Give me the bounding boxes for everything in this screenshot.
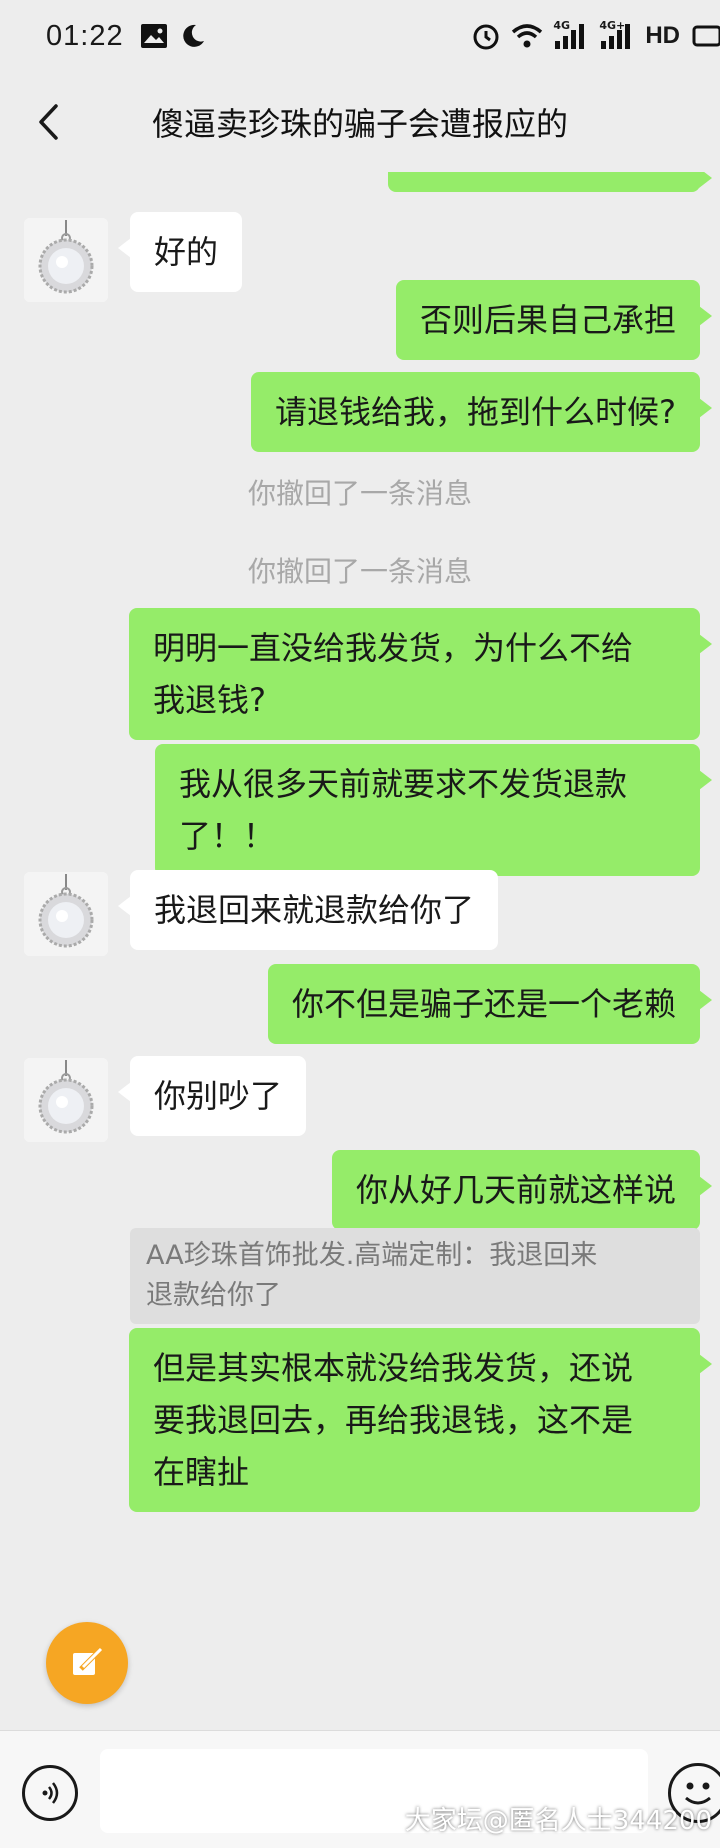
message-bubble-outgoing[interactable]: 我从很多天前就要求不发货退款 了！！ (155, 744, 712, 876)
message-text-line: 我从很多天前就要求不发货退款 (179, 765, 628, 803)
message-text: 你不但是骗子还是一个老赖 (291, 985, 676, 1023)
signal-2: 4G+ (599, 19, 635, 51)
message-text: 请退钱给我，拖到什么时候? (275, 393, 676, 431)
signal-1: 4G (553, 19, 589, 51)
floating-edit-button[interactable] (46, 1622, 128, 1704)
quote-text-line: AA珍珠首饰批发.高端定制：我退回来 (146, 1240, 598, 1271)
voice-button[interactable] (22, 1765, 78, 1821)
message-bubble-incoming[interactable]: 好的 (117, 212, 243, 292)
pearl-pendant-avatar-icon (24, 872, 108, 956)
message-text: 你别吵了 (154, 1077, 283, 1115)
message-bubble-partial[interactable] (388, 172, 712, 192)
message-text: 我退回来就退款给你了 (154, 891, 475, 929)
quote-text-line: 退款给你了 (146, 1280, 281, 1311)
moon-icon (182, 24, 204, 47)
signal-bars-icon (601, 24, 631, 49)
chevron-left-icon (39, 104, 58, 140)
avatar[interactable] (24, 218, 108, 302)
message-text-line: 但是其实根本就没给我发货，还说 (153, 1349, 634, 1387)
watermark: 大家坛@匿名人士344200 (404, 1806, 712, 1836)
wifi-icon (512, 24, 543, 48)
battery-icon (692, 25, 720, 47)
status-bar: 01:22 4G 4G+ HD (0, 0, 720, 72)
message-bubble-outgoing[interactable]: 你不但是骗子还是一个老赖 (267, 964, 713, 1044)
message-text-line: 我退钱? (153, 681, 266, 719)
alarm-icon (473, 24, 499, 50)
gallery-notification-icon (140, 24, 167, 48)
message-text-line: 明明一直没给我发货，为什么不给 (153, 629, 634, 667)
system-message-recalled: 你撤回了一条消息 (247, 555, 472, 588)
message-bubble-outgoing[interactable]: 但是其实根本就没给我发货，还说 要我退回去，再给我退钱，这不是 在瞎扯 (129, 1328, 712, 1512)
message-bubble-incoming[interactable]: 我退回来就退款给你了 (117, 870, 499, 950)
edit-icon (73, 1647, 103, 1675)
message-list[interactable]: 好的 否则后果自己承担 请退钱给我，拖到什么时候? 你撤回了一条消息 你撤回了一… (0, 172, 720, 1730)
message-text: 否则后果自己承担 (419, 301, 676, 339)
message-text: 好的 (154, 233, 219, 271)
voice-icon (42, 1782, 59, 1804)
message-text-line: 在瞎扯 (153, 1453, 250, 1491)
pearl-pendant-avatar-icon (24, 1058, 108, 1142)
message-text-line: 要我退回去，再给我退钱，这不是 (153, 1401, 634, 1439)
back-button[interactable] (24, 98, 72, 146)
avatar[interactable] (24, 872, 108, 956)
hd-label: HD (645, 22, 680, 49)
chat-title: 傻逼卖珍珠的骗子会遭报应的 (151, 105, 568, 143)
message-bubble-incoming[interactable]: 你别吵了 (117, 1056, 307, 1136)
message-bubble-outgoing[interactable]: 请退钱给我，拖到什么时候? (251, 372, 712, 452)
message-bubble-outgoing[interactable]: 你从好几天前就这样说 (331, 1150, 713, 1230)
status-notification-icons (140, 23, 206, 49)
quoted-message[interactable]: AA珍珠首饰批发.高端定制：我退回来 退款给你了 (130, 1228, 700, 1324)
avatar[interactable] (24, 1058, 108, 1142)
message-text: 你从好几天前就这样说 (355, 1171, 676, 1209)
status-time: 01:22 (46, 19, 124, 52)
system-message-recalled: 你撤回了一条消息 (247, 477, 472, 510)
signal-bars-icon (555, 24, 585, 49)
message-bubble-outgoing[interactable]: 明明一直没给我发货，为什么不给 我退钱? (129, 608, 712, 740)
status-right-icons: 4G 4G+ HD (471, 0, 720, 72)
message-text-line: 了！！ (179, 817, 276, 855)
pearl-pendant-avatar-icon (24, 218, 108, 302)
chat-header: 傻逼卖珍珠的骗子会遭报应的 (0, 72, 720, 172)
message-bubble-outgoing[interactable]: 否则后果自己承担 (395, 280, 713, 360)
